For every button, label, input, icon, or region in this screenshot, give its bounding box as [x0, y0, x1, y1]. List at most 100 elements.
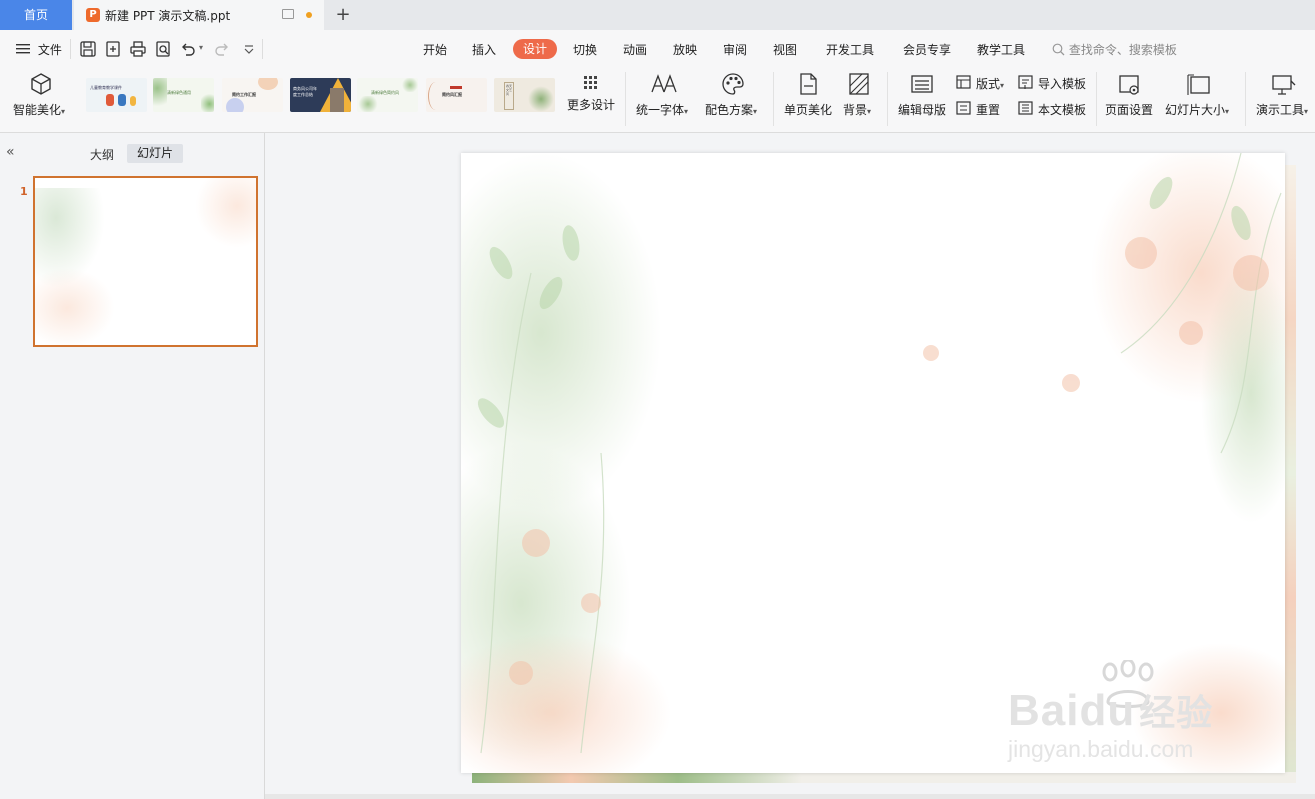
horizontal-scrollbar[interactable] — [265, 794, 1315, 799]
tab-outline[interactable]: 大纲 — [90, 146, 114, 163]
divider — [262, 39, 263, 59]
template-thumb-1[interactable]: 儿童教育教学课件 — [86, 78, 147, 112]
menu-insert[interactable]: 插入 — [472, 41, 496, 58]
template-thumb-caption: 商务风公司年度工作总结 — [293, 86, 317, 97]
export-icon[interactable] — [104, 40, 122, 58]
search-placeholder: 查找命令、搜索模板 — [1068, 43, 1177, 57]
template-thumb-4[interactable]: 商务风公司年度工作总结 — [290, 78, 351, 112]
presentation-tools-icon[interactable] — [1271, 73, 1297, 97]
smart-beautify-label: 智能美化 — [13, 103, 62, 117]
watermark-brand: Baidu 经验 — [1008, 684, 1213, 736]
edit-master-button[interactable]: 编辑母版 — [898, 101, 946, 118]
slide-bleed-bottom — [472, 772, 1296, 783]
document-template-icon[interactable] — [1018, 101, 1033, 115]
more-design-button[interactable]: 更多设计 — [567, 96, 615, 113]
menu-view[interactable]: 视图 — [773, 41, 797, 58]
print-preview-icon[interactable] — [154, 40, 172, 58]
new-tab-button[interactable]: + — [334, 4, 352, 26]
baidu-watermark: Baidu 经验 jingyan.baidu.com — [1008, 660, 1248, 770]
slide-thumbnail[interactable] — [33, 176, 258, 347]
unify-font-button[interactable]: 统一字体▾ — [636, 101, 688, 118]
menu-teaching-tools[interactable]: 教学工具 — [977, 41, 1025, 58]
slide-size-icon[interactable] — [1186, 73, 1212, 97]
monitor-icon[interactable] — [282, 9, 294, 19]
divider — [773, 72, 774, 126]
hamburger-icon — [16, 44, 30, 54]
template-thumb-caption: 简约风汇报 — [442, 92, 462, 97]
layout-icon[interactable] — [956, 75, 971, 89]
home-tab[interactable]: 首页 — [0, 0, 72, 30]
slide-number: 1 — [20, 185, 28, 198]
font-icon[interactable] — [650, 72, 678, 96]
customize-toolbar-icon[interactable] — [240, 40, 258, 58]
template-thumb-caption: 春天文艺风 — [506, 84, 513, 96]
template-thumb-caption: 简约工作汇报 — [232, 92, 256, 97]
document-tab[interactable]: P 新建 PPT 演示文稿.ppt — [74, 0, 324, 30]
presentation-tools-button[interactable]: 演示工具▾ — [1256, 101, 1308, 118]
collapse-panel-icon[interactable]: « — [6, 144, 15, 160]
divider — [1096, 72, 1097, 126]
divider — [625, 72, 626, 126]
watermark-brand-cn: 经验 — [1139, 692, 1214, 733]
menu-slideshow[interactable]: 放映 — [673, 41, 697, 58]
unify-font-label: 统一字体 — [636, 103, 685, 117]
undo-dropdown-icon[interactable]: ▾ — [199, 43, 203, 52]
document-title: 新建 PPT 演示文稿.ppt — [105, 9, 231, 23]
smart-beautify-icon[interactable] — [29, 72, 53, 96]
slide-size-button[interactable]: 幻灯片大小▾ — [1165, 101, 1229, 118]
menu-member-exclusive[interactable]: 会员专享 — [903, 41, 951, 58]
template-thumb-3[interactable]: 简约工作汇报 — [222, 78, 283, 112]
presentation-app-icon: P — [86, 8, 100, 22]
redo-icon[interactable] — [213, 40, 231, 58]
unsaved-dot-icon — [306, 12, 312, 18]
menu-review[interactable]: 审阅 — [723, 41, 747, 58]
tab-slides[interactable]: 幻灯片 — [127, 144, 183, 163]
menu-start[interactable]: 开始 — [423, 41, 447, 58]
print-icon[interactable] — [129, 40, 147, 58]
palette-icon[interactable] — [721, 72, 745, 96]
save-icon[interactable] — [79, 40, 97, 58]
menu-developer-tools[interactable]: 开发工具 — [826, 41, 874, 58]
this-doc-template-button[interactable]: 本文模板 — [1038, 101, 1086, 118]
color-scheme-label: 配色方案 — [705, 103, 754, 117]
import-template-icon[interactable] — [1018, 75, 1033, 89]
menu-transition[interactable]: 切换 — [573, 41, 597, 58]
template-thumb-6[interactable]: 简约风汇报 — [426, 78, 487, 112]
menu-animation[interactable]: 动画 — [623, 41, 647, 58]
template-thumb-caption: 清新绿色简约风 — [371, 90, 399, 95]
watermark-brand-tail: du — [1079, 686, 1136, 735]
background-icon[interactable] — [848, 72, 870, 96]
menu-design[interactable]: 设计 — [513, 39, 557, 59]
template-thumb-5[interactable]: 清新绿色简约风 — [357, 78, 418, 112]
layout-label: 版式 — [976, 77, 1001, 91]
import-template-button[interactable]: 导入模板 — [1038, 75, 1086, 92]
reset-button[interactable]: 重置 — [976, 101, 1000, 118]
single-page-beautify-button[interactable]: 单页美化 — [784, 101, 832, 118]
reset-icon[interactable] — [956, 101, 971, 115]
page-setup-button[interactable]: 页面设置 — [1105, 101, 1153, 118]
page-beautify-icon[interactable] — [797, 72, 819, 96]
template-thumb-caption: 儿童教育教学课件 — [90, 85, 122, 90]
undo-icon[interactable] — [179, 40, 197, 58]
divider — [70, 39, 71, 59]
file-menu-label: 文件 — [37, 43, 62, 57]
background-button[interactable]: 背景▾ — [843, 101, 871, 118]
color-scheme-button[interactable]: 配色方案▾ — [705, 101, 757, 118]
slide-size-label: 幻灯片大小 — [1165, 103, 1226, 117]
slide-bleed-edge — [1285, 165, 1296, 783]
file-menu-button[interactable]: 文件 — [16, 41, 62, 58]
template-thumb-2[interactable]: 清新绿色通用 — [153, 78, 214, 112]
watermark-url: jingyan.baidu.com — [1008, 736, 1194, 762]
grid-icon[interactable] — [584, 76, 598, 90]
command-search[interactable]: 查找命令、搜索模板 — [1052, 41, 1177, 58]
smart-beautify-button[interactable]: 智能美化▾ — [13, 101, 65, 118]
presentation-tools-label: 演示工具 — [1256, 103, 1305, 117]
page-setup-icon[interactable] — [1118, 73, 1142, 97]
template-thumb-7[interactable]: 春天文艺风 — [494, 78, 555, 112]
template-thumb-caption: 清新绿色通用 — [167, 90, 191, 95]
master-slide-icon[interactable] — [910, 74, 934, 94]
search-icon — [1052, 43, 1065, 56]
watermark-brand-text: Bai — [1008, 686, 1080, 735]
divider — [1245, 72, 1246, 126]
layout-button[interactable]: 版式▾ — [976, 75, 1004, 92]
